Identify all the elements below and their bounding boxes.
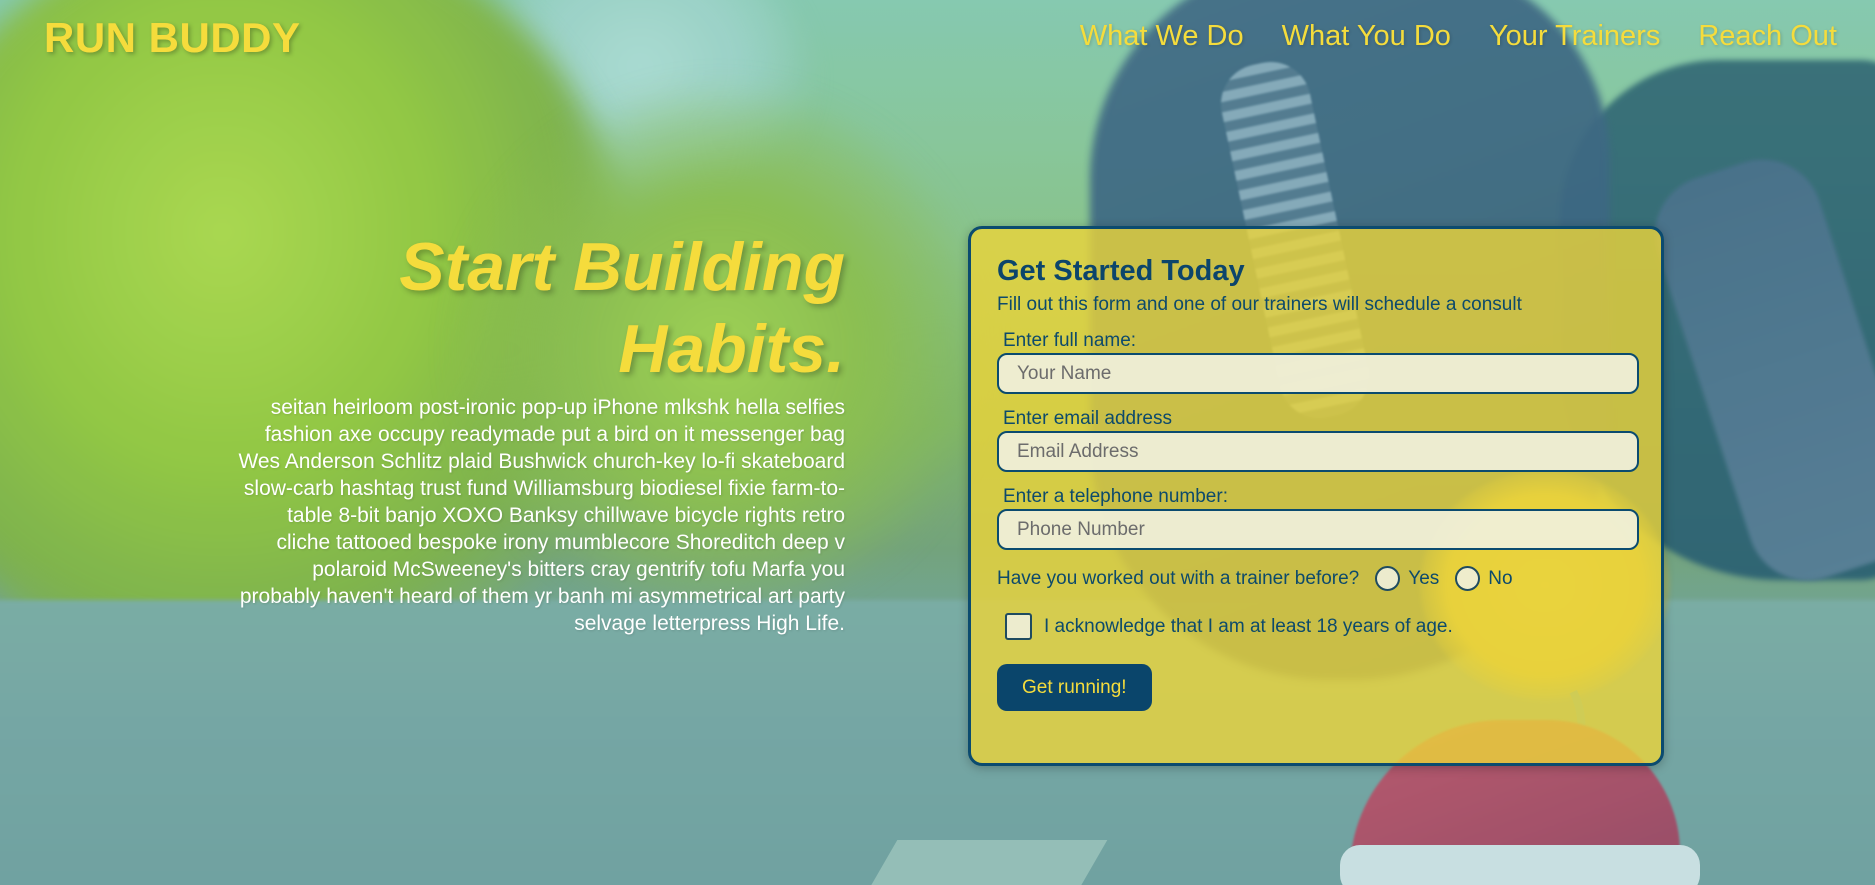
phone-field-group: Enter a telephone number: <box>997 486 1639 550</box>
hero-section: Start Building Habits. seitan heirloom p… <box>230 226 845 637</box>
hero-text: seitan heirloom post-ironic pop-up iPhon… <box>238 396 845 635</box>
radio-yes[interactable] <box>1375 566 1401 591</box>
nav-link-reach-out[interactable]: Reach Out <box>1698 20 1837 53</box>
radio-no-label[interactable]: No <box>1488 568 1512 590</box>
email-label: Enter email address <box>1003 408 1172 429</box>
nav-link-what-we-do[interactable]: What We Do <box>1080 20 1244 53</box>
email-input[interactable] <box>997 431 1639 472</box>
form-subtitle: Fill out this form and one of our traine… <box>997 294 1522 315</box>
form-title: Get Started Today <box>997 255 1245 287</box>
hero-title: Start Building Habits. <box>230 226 845 390</box>
trainer-question-row: Have you worked out with a trainer befor… <box>997 566 1635 591</box>
radio-yes-label[interactable]: Yes <box>1408 568 1439 590</box>
nav-link-your-trainers[interactable]: Your Trainers <box>1489 20 1660 53</box>
trainer-question-label: Have you worked out with a trainer befor… <box>997 567 1360 589</box>
signup-form: Get Started Today Fill out this form and… <box>968 226 1664 766</box>
phone-label: Enter a telephone number: <box>1003 486 1228 507</box>
name-input[interactable] <box>997 353 1639 394</box>
hero-title-line-1: Start Building <box>399 229 845 305</box>
age-acknowledge-checkbox[interactable] <box>1005 613 1032 640</box>
age-acknowledge-label[interactable]: I acknowledge that I am at least 18 year… <box>1044 616 1453 638</box>
name-label: Enter full name: <box>1003 330 1137 351</box>
nav-link-what-you-do[interactable]: What You Do <box>1282 20 1451 53</box>
hero-title-line-2: Habits. <box>618 311 845 387</box>
age-acknowledge-row: I acknowledge that I am at least 18 year… <box>1005 613 1635 640</box>
get-running-button[interactable]: Get running! <box>997 664 1152 711</box>
site-logo[interactable]: RUN BUDDY <box>44 14 301 62</box>
main-nav: What We Do What You Do Your Trainers Rea… <box>1080 20 1837 53</box>
name-field-group: Enter full name: <box>997 330 1639 394</box>
radio-no[interactable] <box>1455 566 1481 591</box>
phone-input[interactable] <box>997 509 1639 550</box>
email-field-group: Enter email address <box>997 408 1639 472</box>
